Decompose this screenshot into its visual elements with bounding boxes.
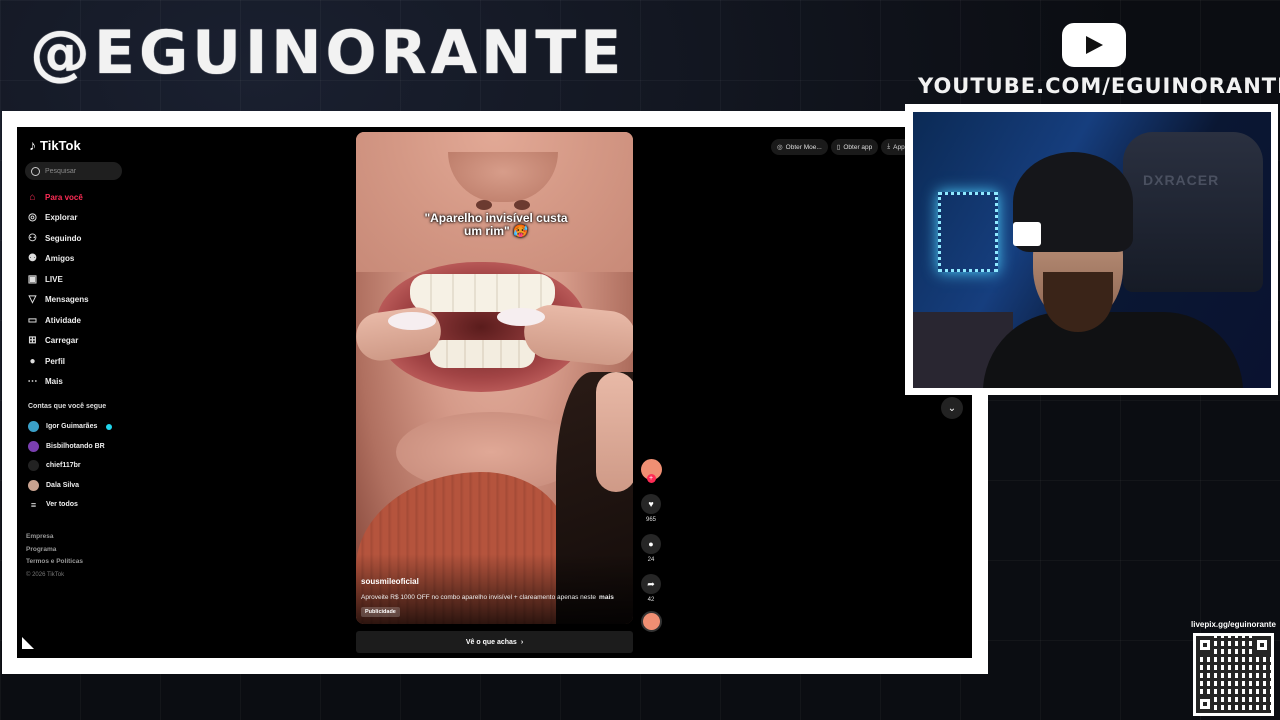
nav-atividade[interactable]: ▭ Atividade [27,310,137,331]
coin-icon: ◎ [777,144,783,151]
next-video-button[interactable]: ⌄ [941,397,963,419]
chair-brand: DXRACER [1143,172,1220,188]
avatar [28,460,39,472]
video-nostril [514,200,530,210]
nav-explorar[interactable]: ◎ Explorar [27,208,137,229]
qr-code-eye [1196,636,1214,654]
footer-link-termos[interactable]: Termos e Políticas [26,556,83,569]
following-item[interactable]: Dala Silva [28,476,112,496]
profile-icon: ● [29,355,36,367]
share-icon: ➦ [647,578,655,589]
footer-link-programa[interactable]: Programa [26,544,83,557]
music-disc-icon[interactable] [640,611,662,632]
compass-icon: ◎ [28,212,37,224]
avatar [28,440,39,452]
sidebar-footer: Empresa Programa Termos e Políticas © 20… [26,531,83,581]
share-button[interactable]: ➦ [641,574,661,594]
webcam-feed: DXRACER [913,112,1271,388]
beanie-logo [1013,222,1041,246]
nav-mais[interactable]: ⋯ Mais [27,372,137,393]
get-coins-button[interactable]: ◎ Obter Moe... [771,139,828,155]
comment-icon: ● [648,539,654,549]
chevron-right-icon: › [520,638,524,646]
comment-button[interactable]: ● [641,534,661,554]
friends-icon: ⚉ [28,253,37,265]
video-teeth-top [410,274,555,312]
top-actions: ◎ Obter Moe... ▯ Obter app ⤓ App p [771,139,917,155]
streamer-handle: @EGUINORANTE [30,18,626,88]
video-player[interactable]: "Aparelho invisível custa um rim" 🥵 sous… [356,132,633,624]
get-app-button[interactable]: ▯ Obter app [830,139,879,155]
sidebar-nav: ⌂ Para você ◎ Explorar ⚇ Seguindo ⚉ Amig… [27,187,137,392]
video-finger [596,372,633,492]
webcam-chair: DXRACER [1123,132,1263,292]
following-item[interactable]: chief117br [28,456,112,476]
live-icon: ▣ [27,273,38,285]
nav-mensagens[interactable]: ▽ Mensagens [27,290,137,311]
heart-icon: ♥ [648,499,654,509]
home-icon: ⌂ [29,191,36,203]
follow-plus-icon[interactable]: + [646,474,656,483]
following-item[interactable]: Bisbilhotando BR [28,437,112,457]
share-count: 42 [647,597,655,603]
see-all-following[interactable]: ≡ Ver todos [28,495,112,515]
video-actions: + ♥ 965 ● 24 ➦ 42 [640,459,662,632]
download-icon: ⤓ [887,143,891,150]
like-count: 965 [645,517,656,523]
nav-amigos[interactable]: ⚉ Amigos [27,249,137,270]
qr-code-icon [1193,633,1274,716]
tiktok-note-icon: ♪ [29,137,36,153]
cta-button[interactable]: Vê o que achas › [356,631,633,653]
avatar [28,479,39,491]
video-nostril [476,200,492,210]
more-link[interactable]: mais [599,594,614,601]
search-icon [31,166,40,176]
copyright: © 2026 TikTok [26,571,65,578]
like-button[interactable]: ♥ [641,494,661,514]
tiktok-logo[interactable]: ♪ TikTok [29,137,81,153]
video-teeth-bottom [430,340,535,368]
video-author[interactable]: sousmileoficial [361,577,419,586]
livepix-label: livepix.gg/eguinorante [1191,620,1276,629]
nav-seguindo[interactable]: ⚇ Seguindo [27,228,137,249]
video-description: Aproveite R$ 1000 OFF no combo aparelho … [361,594,614,601]
following-item[interactable]: Igor Guimarães [28,417,113,437]
nav-para-voce[interactable]: ⌂ Para você [27,187,137,208]
resize-handle-icon [22,637,34,649]
qr-code-eye [1196,695,1214,713]
following-heading: Contas que você segue [28,403,107,410]
qr-code-pattern [1196,636,1271,713]
youtube-icon [1062,23,1126,67]
phone-icon: ▯ [836,144,841,151]
video-fingernail [388,312,436,330]
more-icon: ⋯ [27,376,38,388]
following-list: Igor Guimarães Bisbilhotando BR chief117… [28,417,113,515]
footer-link-empresa[interactable]: Empresa [26,531,83,544]
nav-carregar[interactable]: ⊞ Carregar [27,331,137,352]
webcam-led-light [938,192,998,272]
video-fingernail [497,308,545,326]
nav-live[interactable]: ▣ LIVE [27,269,137,290]
messages-icon: ▽ [28,294,37,306]
search-input[interactable] [45,167,115,175]
comment-count: 24 [647,557,655,563]
youtube-url: YOUTUBE.COM/EGUINORANTE [918,74,1280,98]
verified-badge-icon [106,423,113,430]
activity-icon: ▭ [27,314,38,326]
list-icon: ≡ [30,499,37,510]
webcam-person-body [983,312,1243,388]
upload-icon: ⊞ [28,335,37,347]
avatar [28,421,39,433]
tiktok-page: ♪ TikTok ⌂ Para você ◎ Explorar ⚇ Seguin… [17,127,972,658]
following-icon: ⚇ [28,232,37,244]
ad-badge: Publicidade [361,607,400,617]
nav-perfil[interactable]: ● Perfil [27,351,137,372]
chevron-down-icon: ⌄ [947,402,957,414]
creator-avatar[interactable]: + [640,459,662,483]
video-caption-overlay: "Aparelho invisível custa um rim" 🥵 [424,211,568,238]
qr-code-eye [1253,636,1271,654]
search-box[interactable] [25,162,122,180]
